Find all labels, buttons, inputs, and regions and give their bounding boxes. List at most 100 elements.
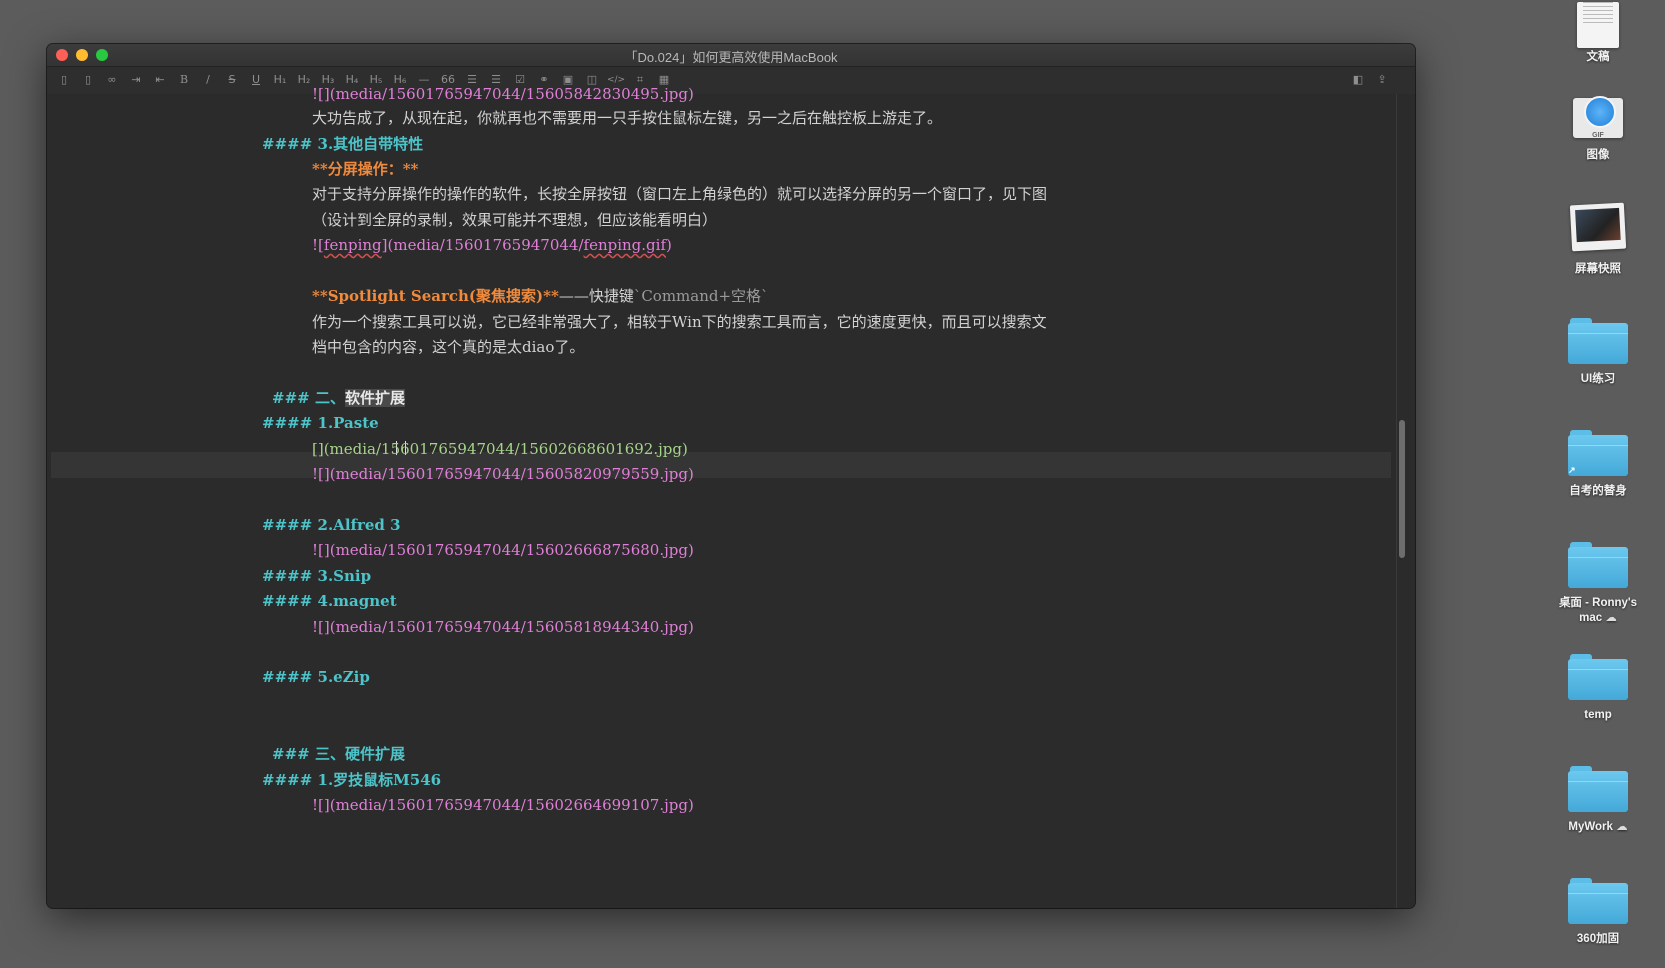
desktop-item-label: 360加固 [1576,933,1620,945]
desktop-item-ui-practice[interactable]: UI练习 [1548,318,1648,387]
preview-pane-icon[interactable]: ◧ [1347,71,1369,89]
bold-icon[interactable]: B [173,71,195,89]
link-icon[interactable]: ∞ [101,71,123,89]
misspelled-word: fenping.gif [583,236,667,254]
folder-icon [1568,878,1628,924]
heading-text: 3.其他自带特性 [317,135,424,153]
md-token: ![ [312,236,324,254]
text-line[interactable]: 作为一个搜索工具可以说，它已经非常强大了，相较于Win下的搜索工具而言，它的速度… [312,312,1047,332]
image-markdown-line[interactable]: ![fenping](media/15601765947044/fenping.… [312,235,672,255]
editor-window: 「Do.024」如何更高效使用MacBook ▯ ▯ ∞ ⇥ ⇤ B / S U… [47,44,1415,908]
underline-icon[interactable]: U [245,71,267,89]
folder-icon [1568,766,1628,812]
heading-marker: #### [262,668,313,686]
text-line[interactable]: 大功告成了，从现在起，你就再也不需要用一只手按住鼠标左键，另一之后在触控板上游走… [312,108,942,128]
outdent-icon[interactable]: ⇤ [149,71,171,89]
strikethrough-icon[interactable]: S [221,71,243,89]
inline-code-token: `Command+空格` [633,287,769,305]
desktop-item-label: MyWork [1568,821,1613,833]
heading-marker: #### [262,592,313,610]
heading-line[interactable]: #### 1.罗技鼠标M546 [262,770,441,790]
heading-line[interactable]: ### 二、软件扩展 [272,388,405,408]
image-markdown-line[interactable]: ![](media/15601765947044/15605818944340.… [312,617,694,637]
vertical-scrollbar[interactable] [1396,94,1407,908]
document-icon [1577,2,1619,48]
heading-line[interactable]: #### 4.magnet [262,591,397,611]
heading-line[interactable]: #### 5.eZip [262,667,370,687]
folder-icon [1568,654,1628,700]
desktop-item-label: 图像 [1586,149,1610,161]
image-markdown-line[interactable]: ![](media/15601765947044/15602666875680.… [312,540,694,560]
text-token: ——快捷键 [558,287,634,305]
heading-line[interactable]: #### 1.Paste [262,413,379,433]
desktop-item-label: UI练习 [1580,373,1616,385]
heading-text: 1.罗技鼠标M546 [317,771,442,789]
heading-text: 5.eZip [317,668,370,686]
icloud-icon: ☁ [1605,612,1617,624]
format-toolbar: ▯ ▯ ∞ ⇥ ⇤ B / S U H₁ H₂ H₃ H₄ H₅ H₆ — 66… [47,67,1415,95]
spotlight-line[interactable]: **Spotlight Search(聚焦搜索)**——快捷键`Command+… [312,286,769,306]
heading-line[interactable]: #### 2.Alfred 3 [262,515,401,535]
text-line[interactable]: 对于支持分屏操作的操作的软件，长按全屏按钮（窗口左上角绿色的）就可以选择分屏的另… [312,184,1047,204]
heading-text: 三、硬件扩展 [314,745,405,763]
text-line[interactable]: （设计到全屏的录制，效果可能并不理想，但应该能看明白） [312,210,717,230]
desktop-item-label: 自考的替身 [1569,485,1627,497]
heading-marker: #### [262,414,313,432]
safari-gif-icon: GIF [1571,92,1625,142]
folder-icon [1568,542,1628,588]
desktop-item-360[interactable]: 360加固 [1548,878,1648,947]
icloud-icon: ☁ [1616,821,1628,833]
image-markdown-line[interactable]: ![](media/15601765947044/15605842830495.… [312,84,694,104]
desktop-item-label: 桌面 - Ronny's mac [1558,597,1638,624]
desktop-item-label: 文稿 [1586,51,1610,63]
heading-text: 4.magnet [317,592,397,610]
heading-marker: ### [272,745,310,763]
heading-marker: ### [272,389,310,407]
share-icon[interactable]: ⇪ [1371,71,1393,89]
heading-line[interactable]: ### 三、硬件扩展 [272,744,405,764]
title-bar[interactable]: 「Do.024」如何更高效使用MacBook [47,44,1415,67]
sidebar-left-icon[interactable]: ▯ [53,71,75,89]
current-line-highlight [51,452,1391,478]
heading-text: 1.Paste [317,414,379,432]
desktop-item-screenshots[interactable]: 屏幕快照 [1548,202,1648,277]
folder-icon [1568,318,1628,364]
desktop-item-documents[interactable]: 文稿 [1548,0,1648,65]
desktop-item-label: temp [1584,709,1612,721]
desktop-item-alias[interactable]: ↗ 自考的替身 [1548,430,1648,499]
heading-text: 二、 [314,389,345,407]
heading-marker: #### [262,771,313,789]
h1-icon[interactable]: H₁ [269,71,291,89]
md-token: ](media/15601765947044/ [381,236,584,254]
heading-text: 3.Snip [317,567,372,585]
markdown-editor[interactable]: ![](media/15601765947044/15605842830495.… [47,85,1415,908]
indent-icon[interactable]: ⇥ [125,71,147,89]
link-markdown-line[interactable]: [](media/15601765947044/15602668601692.j… [312,439,688,459]
heading-marker: #### [262,135,313,153]
desktop-item-label: 屏幕快照 [1575,263,1621,275]
folder-alias-icon: ↗ [1568,430,1628,476]
heading-marker: #### [262,567,313,585]
desktop-item-images[interactable]: GIF 图像 [1548,92,1648,163]
heading-marker: #### [262,516,313,534]
md-token: ) [666,236,672,254]
misspelled-word: fenping [323,236,382,254]
scrollbar-thumb[interactable] [1399,420,1405,558]
screenshot-icon [1569,202,1627,252]
selected-text: 软件扩展 [344,389,405,407]
heading-text: 2.Alfred 3 [317,516,401,534]
image-markdown-line[interactable]: ![](media/15601765947044/15605820979559.… [312,464,694,484]
bold-line[interactable]: **分屏操作：** [312,159,418,179]
sidebar-right-icon[interactable]: ▯ [77,71,99,89]
gif-badge: GIF [1592,132,1604,139]
italic-icon[interactable]: / [197,71,219,89]
desktop-item-desktop-folder[interactable]: 桌面 - Ronny's mac ☁ [1548,542,1648,626]
heading-line[interactable]: #### 3.Snip [262,566,371,586]
desktop-item-mywork[interactable]: MyWork ☁ [1548,766,1648,835]
text-line[interactable]: 档中包含的内容，这个真的是太diao了。 [312,337,584,357]
bold-token: **Spotlight Search(聚焦搜索)** [312,287,559,305]
image-markdown-line[interactable]: ![](media/15601765947044/15602664699107.… [312,795,694,815]
window-title: 「Do.024」如何更高效使用MacBook [624,50,838,65]
desktop-item-temp[interactable]: temp [1548,654,1648,723]
heading-line[interactable]: #### 3.其他自带特性 [262,134,423,154]
